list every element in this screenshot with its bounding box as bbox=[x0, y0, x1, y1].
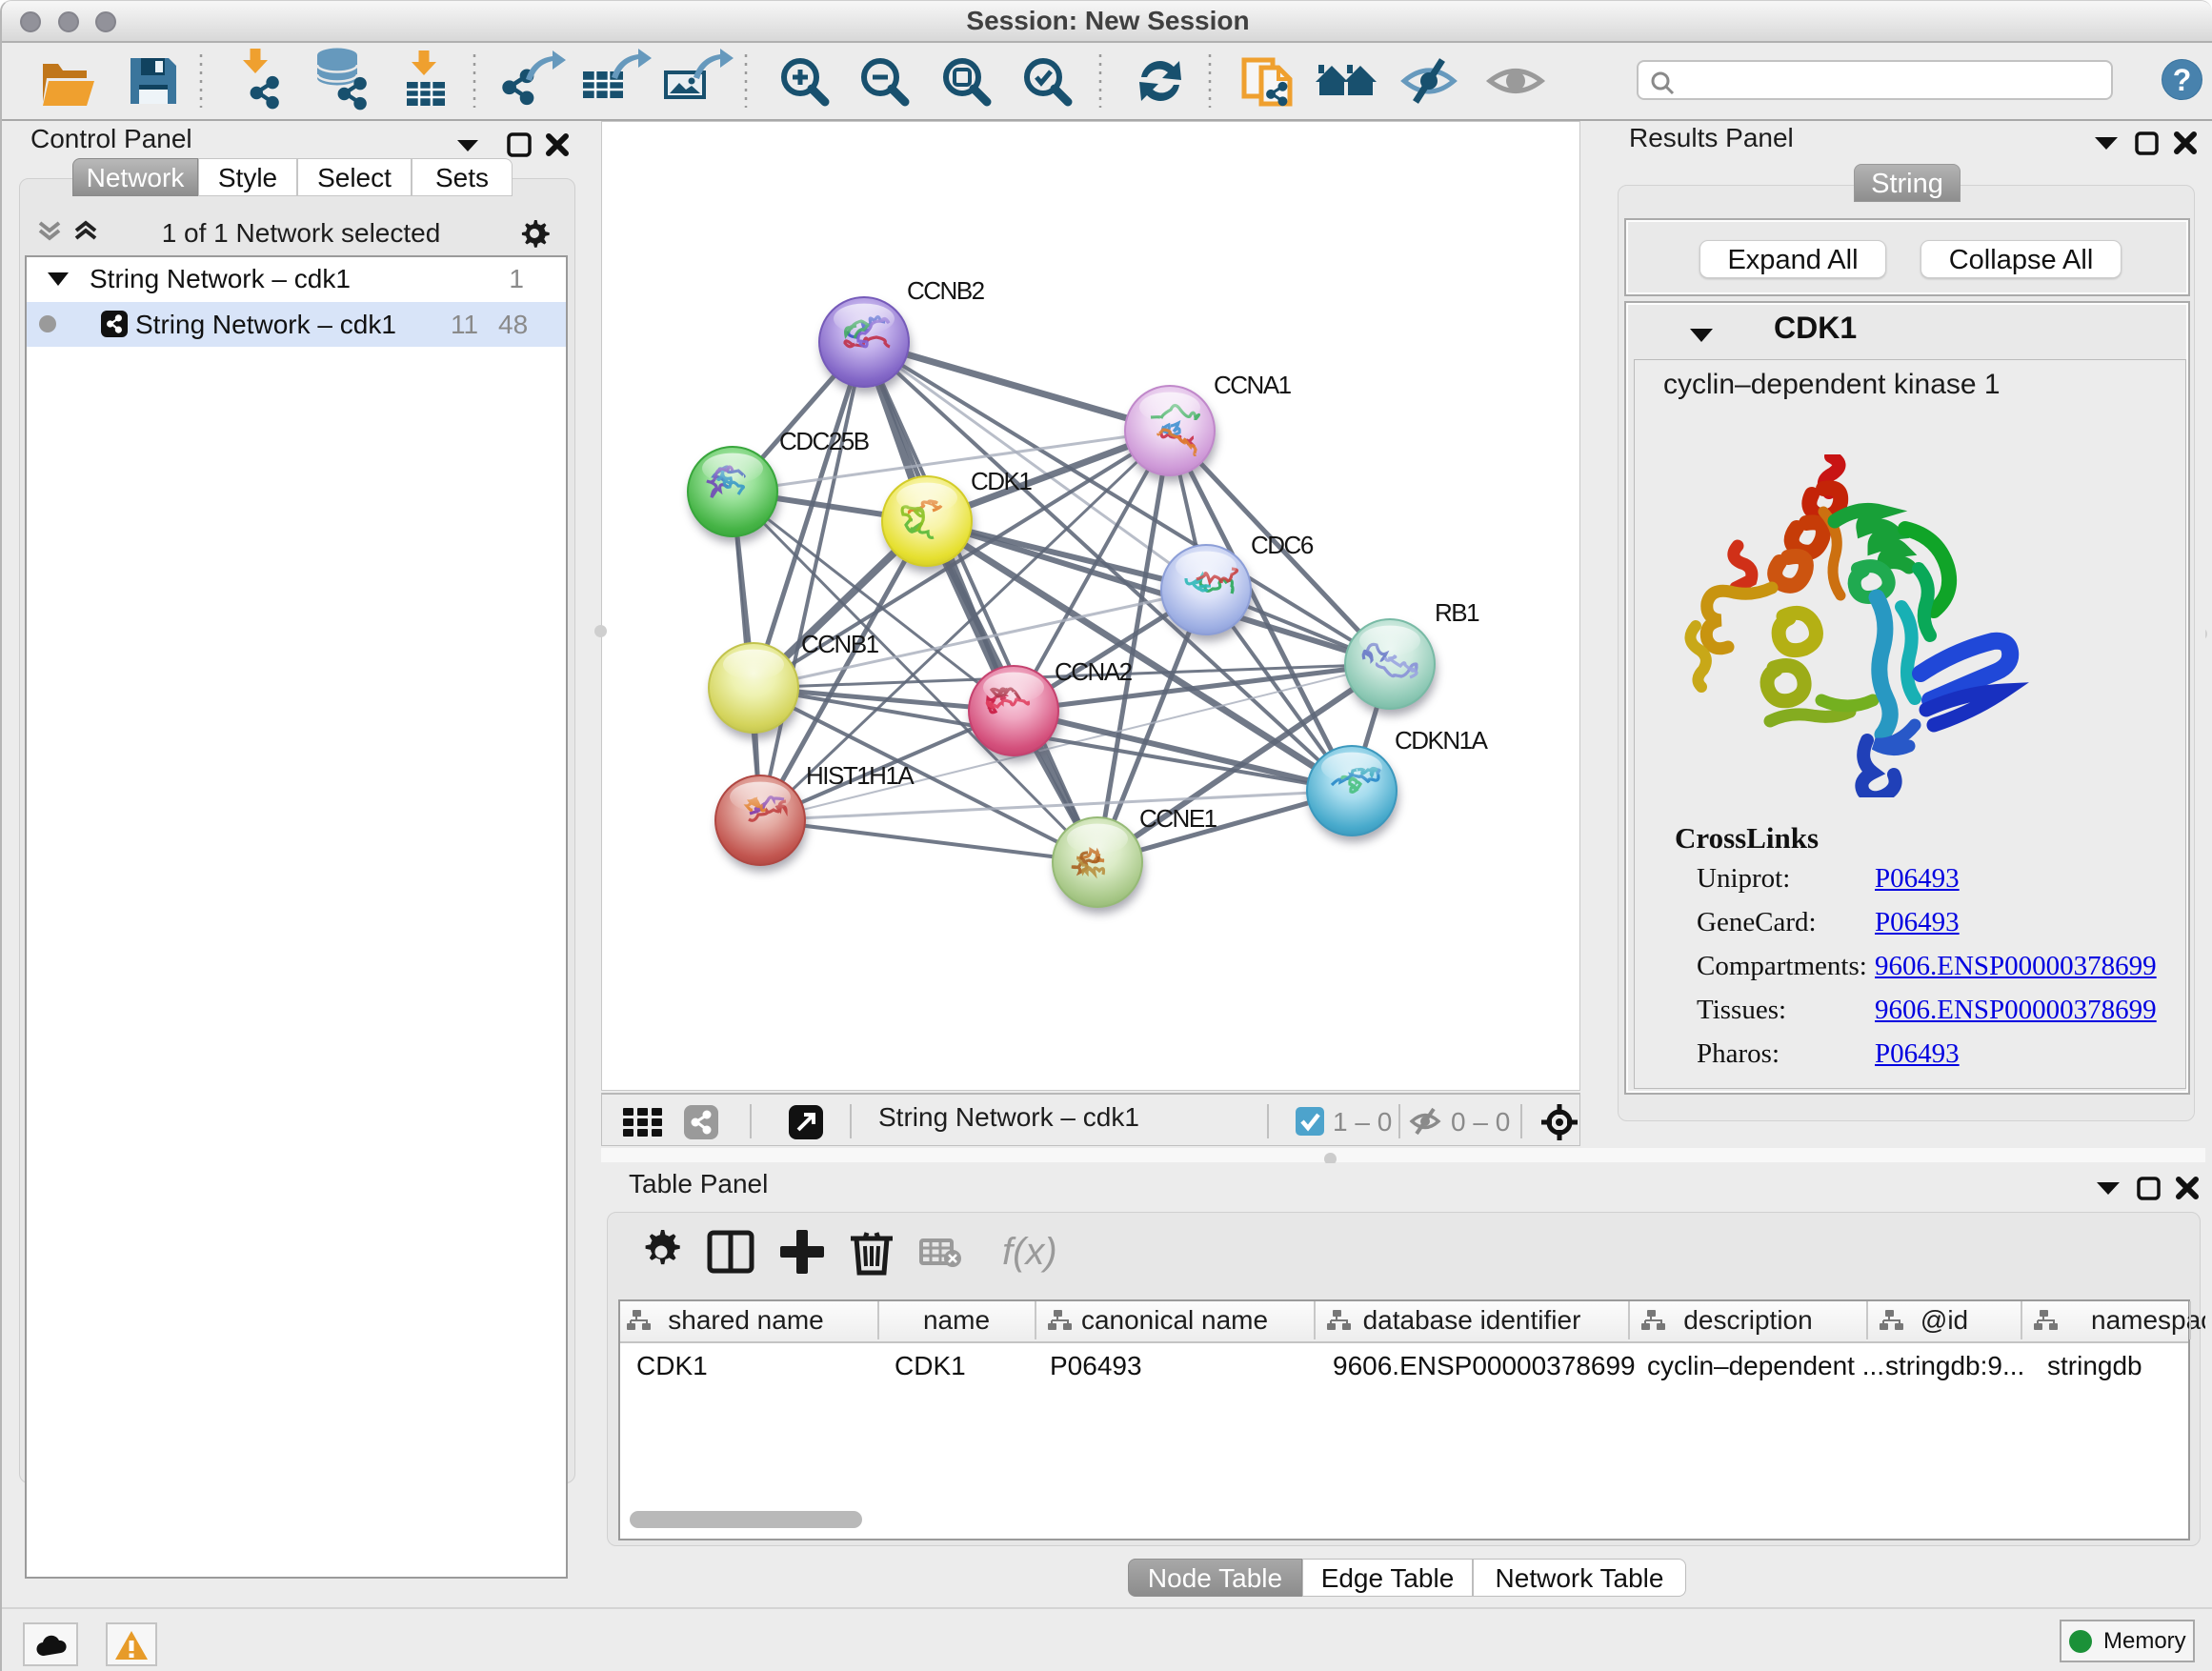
svg-text:CCNA2: CCNA2 bbox=[1055, 657, 1133, 686]
svg-text:stringdb:9...: stringdb:9... bbox=[1885, 1351, 2024, 1380]
svg-text:CCNA1: CCNA1 bbox=[1214, 371, 1292, 399]
svg-text:shared name: shared name bbox=[668, 1305, 823, 1335]
svg-text:CCNB1: CCNB1 bbox=[801, 630, 879, 658]
svg-text:CDK1: CDK1 bbox=[895, 1351, 966, 1380]
svg-text:CDC6: CDC6 bbox=[1251, 531, 1314, 559]
svg-text:HIST1H1A: HIST1H1A bbox=[806, 761, 915, 790]
svg-text:description: description bbox=[1683, 1305, 1812, 1335]
svg-text:CDK1: CDK1 bbox=[636, 1351, 708, 1380]
svg-text:cyclin–dependent ...: cyclin–dependent ... bbox=[1647, 1351, 1884, 1380]
svg-text:CDC25B: CDC25B bbox=[779, 427, 869, 455]
svg-text:@id: @id bbox=[1920, 1305, 1968, 1335]
svg-text:P06493: P06493 bbox=[1050, 1351, 1142, 1380]
svg-text:RB1: RB1 bbox=[1435, 598, 1479, 627]
svg-text:0 – 0: 0 – 0 bbox=[1451, 1107, 1510, 1137]
svg-text:namespace: namespace bbox=[2091, 1305, 2205, 1335]
svg-text:name: name bbox=[923, 1305, 990, 1335]
svg-text:CCNB2: CCNB2 bbox=[907, 276, 985, 305]
svg-text:f(x): f(x) bbox=[1002, 1231, 1057, 1273]
svg-text:stringdb: stringdb bbox=[2047, 1351, 2142, 1380]
svg-text:CDKN1A: CDKN1A bbox=[1395, 726, 1489, 755]
svg-text:1 – 0: 1 – 0 bbox=[1333, 1107, 1392, 1137]
svg-text:CCNE1: CCNE1 bbox=[1139, 804, 1217, 833]
svg-text:CDK1: CDK1 bbox=[971, 467, 1032, 495]
svg-text:9606.ENSP00000378699: 9606.ENSP00000378699 bbox=[1333, 1351, 1636, 1380]
svg-text:database identifier: database identifier bbox=[1363, 1305, 1581, 1335]
svg-text:canonical name: canonical name bbox=[1081, 1305, 1268, 1335]
